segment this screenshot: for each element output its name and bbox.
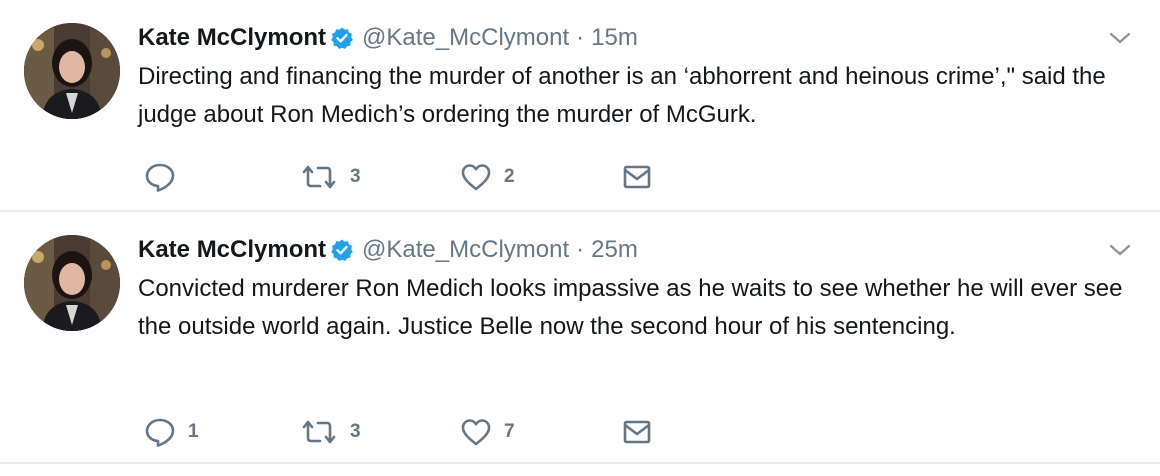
heart-icon: [461, 164, 491, 191]
like-button[interactable]: 7: [460, 415, 515, 449]
reply-button[interactable]: 1: [144, 415, 199, 449]
retweet-button[interactable]: 3: [300, 415, 361, 449]
retweet-count: 3: [350, 166, 361, 187]
heart-icon: [461, 419, 491, 446]
verified-badge-icon: [330, 26, 354, 50]
like-count: 2: [504, 166, 515, 187]
author-name[interactable]: Kate McClymont: [138, 236, 326, 264]
reply-icon: [145, 418, 175, 447]
tweet[interactable]: Kate McClymont @Kate_McClymont · 25m Con…: [0, 212, 1160, 464]
tweet-actions: 1 3 7: [138, 415, 698, 449]
reply-button[interactable]: [144, 160, 188, 194]
avatar[interactable]: [24, 23, 120, 119]
envelope-icon: [623, 165, 651, 189]
retweet-button[interactable]: 3: [300, 160, 361, 194]
author-handle[interactable]: @Kate_McClymont: [362, 236, 569, 264]
verified-badge-icon: [330, 238, 354, 262]
retweet-count: 3: [350, 421, 361, 442]
timestamp[interactable]: 15m: [591, 24, 638, 52]
tweet-text: Convicted murderer Ron Medich looks impa…: [138, 275, 1123, 340]
chevron-down-icon[interactable]: [1108, 30, 1132, 46]
author-name[interactable]: Kate McClymont: [138, 24, 326, 52]
direct-message-button[interactable]: [622, 415, 652, 449]
retweet-icon: [302, 165, 336, 189]
tweet-header: Kate McClymont @Kate_McClymont · 25m: [138, 232, 638, 268]
tweet[interactable]: Kate McClymont @Kate_McClymont · 15m Dir…: [0, 0, 1160, 212]
like-count: 7: [504, 421, 515, 442]
tweet-text: Directing and financing the murder of an…: [138, 63, 1106, 128]
author-handle[interactable]: @Kate_McClymont: [362, 24, 569, 52]
envelope-icon: [623, 420, 651, 444]
direct-message-button[interactable]: [622, 160, 652, 194]
separator-dot: ·: [576, 24, 585, 51]
chevron-down-icon[interactable]: [1108, 242, 1132, 258]
reply-count: 1: [188, 421, 199, 442]
reply-icon: [145, 163, 175, 192]
tweet-header: Kate McClymont @Kate_McClymont · 15m: [138, 20, 638, 56]
tweet-actions: 3 2: [138, 160, 698, 194]
timestamp[interactable]: 25m: [591, 236, 638, 264]
avatar[interactable]: [24, 235, 120, 331]
retweet-icon: [302, 420, 336, 444]
like-button[interactable]: 2: [460, 160, 515, 194]
separator-dot: ·: [576, 236, 585, 263]
